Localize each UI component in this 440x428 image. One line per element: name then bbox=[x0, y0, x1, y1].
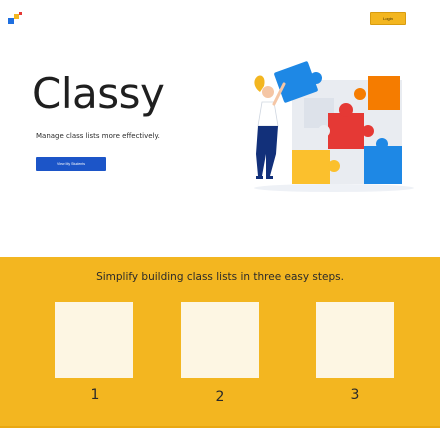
login-button[interactable]: Login bbox=[370, 12, 406, 25]
step-number-2: 2 bbox=[215, 389, 225, 405]
step-card-3 bbox=[316, 302, 394, 378]
person-assembling-puzzle-illustration bbox=[254, 61, 414, 192]
ground-shadow bbox=[254, 184, 414, 192]
steps-section: Simplify building class lists in three e… bbox=[0, 257, 440, 428]
view-my-students-button[interactable]: View My Students bbox=[36, 157, 106, 171]
hero-subtitle: Manage class lists more effectively. bbox=[36, 132, 160, 140]
page-title: Classy bbox=[32, 69, 165, 118]
puzzle-logo-icon[interactable] bbox=[8, 12, 24, 26]
step-card-1 bbox=[55, 302, 133, 378]
person-figure bbox=[254, 75, 286, 179]
step-card-2 bbox=[181, 302, 259, 378]
step-number-1: 1 bbox=[90, 387, 100, 403]
steps-heading: Simplify building class lists in three e… bbox=[96, 271, 344, 283]
step-number-3: 3 bbox=[350, 387, 360, 403]
